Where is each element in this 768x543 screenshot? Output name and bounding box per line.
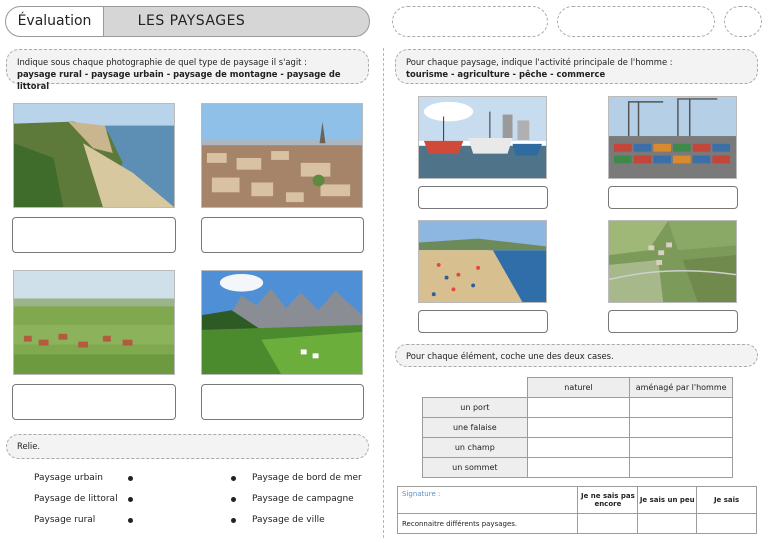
section2-instruction: Pour chaque paysage, indique l'activité … [395, 49, 758, 84]
answer-box-8[interactable] [608, 310, 738, 333]
relie-instruction: Relie. [6, 434, 369, 459]
photo-cliff-coast [13, 103, 175, 208]
date-field[interactable] [557, 6, 715, 37]
countryside-village-icon [14, 271, 174, 374]
evaluation-table: Signature : Je ne sais pas encore Je sai… [396, 486, 757, 534]
coche-row-label: un sommet [422, 457, 528, 478]
coche-corner [423, 378, 528, 398]
answer-box-1[interactable] [12, 217, 176, 253]
match-dot-left-2[interactable] [128, 497, 133, 502]
mountain-alpine-icon [202, 271, 362, 374]
answer-box-3[interactable] [12, 384, 176, 420]
checkbox-cell[interactable] [629, 437, 733, 458]
page-title: LES PAYSAGES [137, 13, 246, 29]
level-known: Je sais [696, 486, 757, 514]
checkbox-cell[interactable] [526, 397, 631, 418]
level-cell[interactable] [637, 513, 698, 534]
coche-instruction: Pour chaque élément, coche une des deux … [395, 344, 758, 367]
coche-row-label: un port [422, 397, 528, 418]
score-field[interactable] [724, 6, 762, 37]
match-dot-right-3[interactable] [231, 518, 236, 523]
match-left-1: Paysage urbain [34, 473, 104, 483]
beach-icon [419, 221, 546, 302]
photo-container-port [608, 96, 737, 179]
section2-choices: tourisme - agriculture - pêche - commerc… [406, 69, 606, 79]
level-cell[interactable] [696, 513, 757, 534]
cliff-coast-icon [14, 104, 174, 207]
photo-farmland [608, 220, 737, 303]
level-cell[interactable] [577, 513, 639, 534]
coche-table: naturel aménagé par l'homme un port une … [422, 377, 733, 478]
section1-choices: paysage rural - paysage urbain - paysage… [17, 69, 341, 91]
match-dot-left-1[interactable] [128, 476, 133, 481]
coche-row-label: une falaise [422, 417, 528, 438]
match-left-3: Paysage rural [34, 515, 96, 525]
answer-box-2[interactable] [201, 217, 364, 253]
match-dot-right-1[interactable] [231, 476, 236, 481]
evaluation-tab: Évaluation [6, 7, 104, 36]
title-bar: Évaluation LES PAYSAGES [5, 6, 370, 37]
fishing-port-icon [419, 97, 546, 178]
name-field[interactable] [392, 6, 548, 37]
checkbox-cell[interactable] [526, 457, 631, 478]
match-right-2: Paysage de campagne [252, 494, 354, 504]
farmland-aerial-icon [609, 221, 736, 302]
checkbox-cell[interactable] [629, 397, 733, 418]
section2-instruction-text: Pour chaque paysage, indique l'activité … [406, 57, 673, 67]
container-port-icon [609, 97, 736, 178]
match-dot-left-3[interactable] [128, 518, 133, 523]
answer-box-5[interactable] [418, 186, 548, 209]
relie-label: Relie. [17, 441, 41, 451]
answer-box-6[interactable] [608, 186, 738, 209]
coche-row-label: un champ [422, 437, 528, 458]
coche-instruction-text: Pour chaque élément, coche une des deux … [406, 351, 614, 361]
level-a-little: Je sais un peu [637, 486, 698, 514]
section1-instruction: Indique sous chaque photographie de quel… [6, 49, 369, 91]
match-right-1: Paysage de bord de mer [252, 473, 362, 483]
answer-box-4[interactable] [201, 384, 364, 420]
coche-col-naturel: naturel [526, 377, 631, 398]
photo-countryside [13, 270, 175, 375]
photo-beach [418, 220, 547, 303]
match-dot-right-2[interactable] [231, 497, 236, 502]
checkbox-cell[interactable] [629, 457, 733, 478]
match-left-2: Paysage de littoral [34, 494, 118, 504]
signature-label: Signature : [396, 486, 579, 514]
coche-col-amenage: aménagé par l'homme [629, 377, 733, 398]
section1-instruction-text: Indique sous chaque photographie de quel… [17, 57, 307, 67]
photo-city [201, 103, 363, 208]
page-divider [383, 48, 384, 538]
checkbox-cell[interactable] [629, 417, 733, 438]
photo-fishing-port [418, 96, 547, 179]
level-not-yet: Je ne sais pas encore [577, 486, 639, 514]
city-aerial-icon [202, 104, 362, 207]
checkbox-cell[interactable] [526, 417, 631, 438]
photo-mountain [201, 270, 363, 375]
checkbox-cell[interactable] [526, 437, 631, 458]
skill-label: Reconnaitre différents paysages. [396, 513, 579, 534]
answer-box-7[interactable] [418, 310, 548, 333]
match-right-3: Paysage de ville [252, 515, 325, 525]
